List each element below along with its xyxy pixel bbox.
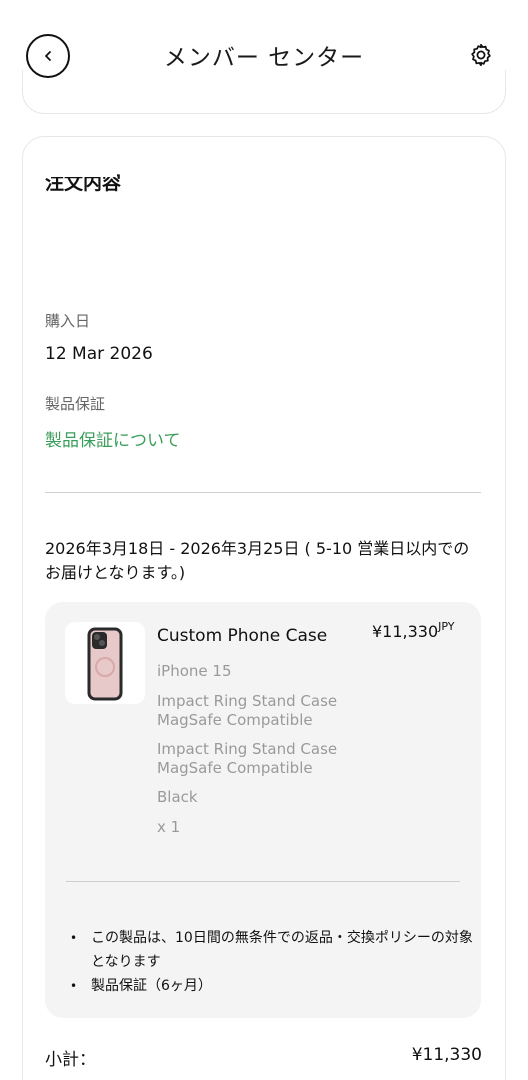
price-amount: ¥11,330 <box>372 622 439 641</box>
warranty-label: 製品保証 <box>45 395 106 413</box>
page-title: メンバー センター <box>163 45 365 71</box>
product-name: Custom Phone Case <box>157 626 328 646</box>
subtotal-label: 小計： <box>45 1050 96 1070</box>
product-model: iPhone 15 <box>157 662 232 680</box>
product-thumbnail[interactable] <box>65 622 145 704</box>
gear-icon[interactable] <box>468 42 494 68</box>
product-price: ¥11,330JPY <box>372 620 455 641</box>
divider <box>45 492 481 493</box>
product-divider <box>66 881 460 882</box>
policy-item: 製品保証（6ヶ月） <box>70 974 480 998</box>
purchase-date-label: 購入日 <box>45 312 91 330</box>
delivery-estimate: 2026年3月18日 - 2026年3月25日 ( 5-10 営業日以内でのお届… <box>45 539 470 582</box>
product-color: Black <box>157 788 198 806</box>
product-case-type: Impact Ring Stand Case MagSafe Compatibl… <box>157 692 338 729</box>
warranty-link[interactable]: 製品保証について <box>45 426 181 451</box>
policy-item: この製品は、10日間の無条件での返品・交換ポリシーの対象となります <box>70 926 480 974</box>
policy-list: この製品は、10日間の無条件での返品・交換ポリシーの対象となります 製品保証（6… <box>70 926 480 998</box>
purchase-date-value: 12 Mar 2026 <box>45 344 153 364</box>
section-title: 注文内容 <box>40 168 121 195</box>
product-quantity: x 1 <box>157 818 181 836</box>
phone-case-icon <box>87 627 123 701</box>
product-case-type-2: Impact Ring Stand Case MagSafe Compatibl… <box>157 740 338 777</box>
price-currency: JPY <box>438 620 455 633</box>
subtotal-value: ¥11,330 <box>411 1045 482 1065</box>
previous-card-edge <box>22 70 506 114</box>
